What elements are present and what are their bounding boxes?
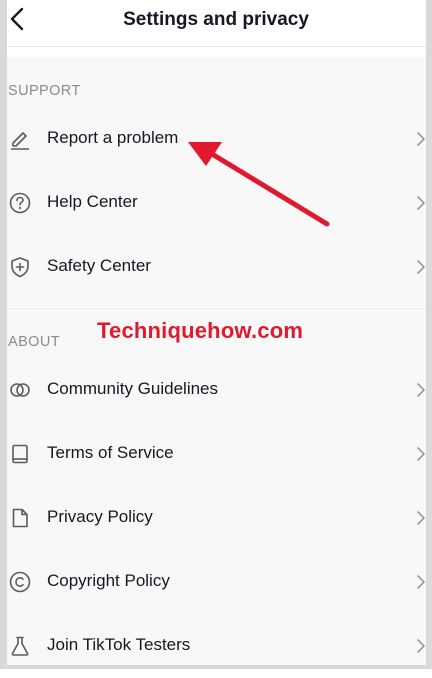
settings-row-community-guidelines[interactable]: Community Guidelines	[7, 358, 426, 422]
settings-row-terms-of-service[interactable]: Terms of Service	[7, 422, 426, 486]
document-icon	[12, 508, 28, 528]
settings-row-copyright-policy[interactable]: Copyright Policy	[7, 550, 426, 614]
settings-row-label: Safety Center	[47, 256, 151, 275]
settings-row-label: Help Center	[47, 192, 138, 211]
settings-row-label: Community Guidelines	[47, 379, 219, 398]
question-circle-icon	[9, 192, 31, 214]
chevron-right-icon	[417, 260, 425, 274]
watermark-text: Techniquehow.com	[97, 318, 304, 343]
chevron-right-icon	[417, 196, 425, 210]
section-heading-support: SUPPORT	[8, 83, 81, 99]
about-section: ABOUT Community Guidelines Terms of Serv…	[7, 309, 426, 669]
chevron-right-icon	[417, 132, 425, 146]
chevron-right-icon	[417, 383, 425, 397]
settings-row-label: Terms of Service	[47, 443, 174, 462]
linked-circles-icon	[10, 383, 30, 397]
copyright-icon	[9, 571, 31, 593]
settings-row-label: Report a problem	[47, 128, 179, 147]
pencil-icon	[11, 132, 29, 150]
chevron-right-icon	[417, 575, 425, 589]
flask-icon	[11, 636, 29, 656]
settings-row-privacy-policy[interactable]: Privacy Policy	[7, 486, 426, 550]
support-section: SUPPORT Report a problem Help Center Saf…	[7, 57, 426, 307]
chevron-right-icon	[417, 511, 425, 525]
settings-row-label: Privacy Policy	[47, 507, 153, 526]
page-title: Settings and privacy	[123, 9, 309, 30]
settings-row-label: Join TikTok Testers	[47, 635, 191, 654]
header-divider	[7, 46, 426, 47]
section-heading-about: ABOUT	[8, 334, 60, 350]
book-icon	[12, 444, 28, 464]
settings-row-help-center[interactable]: Help Center	[7, 171, 426, 235]
header-bar: Settings and privacy	[0, 0, 432, 46]
settings-row-safety-center[interactable]: Safety Center	[7, 235, 426, 299]
chevron-right-icon	[417, 447, 425, 461]
chevron-right-icon	[417, 639, 425, 653]
settings-row-report-a-problem[interactable]: Report a problem	[7, 107, 426, 171]
settings-row-join-tiktok-testers[interactable]: Join TikTok Testers	[7, 614, 426, 678]
settings-row-label: Copyright Policy	[47, 571, 170, 590]
shield-plus-icon	[11, 257, 29, 278]
